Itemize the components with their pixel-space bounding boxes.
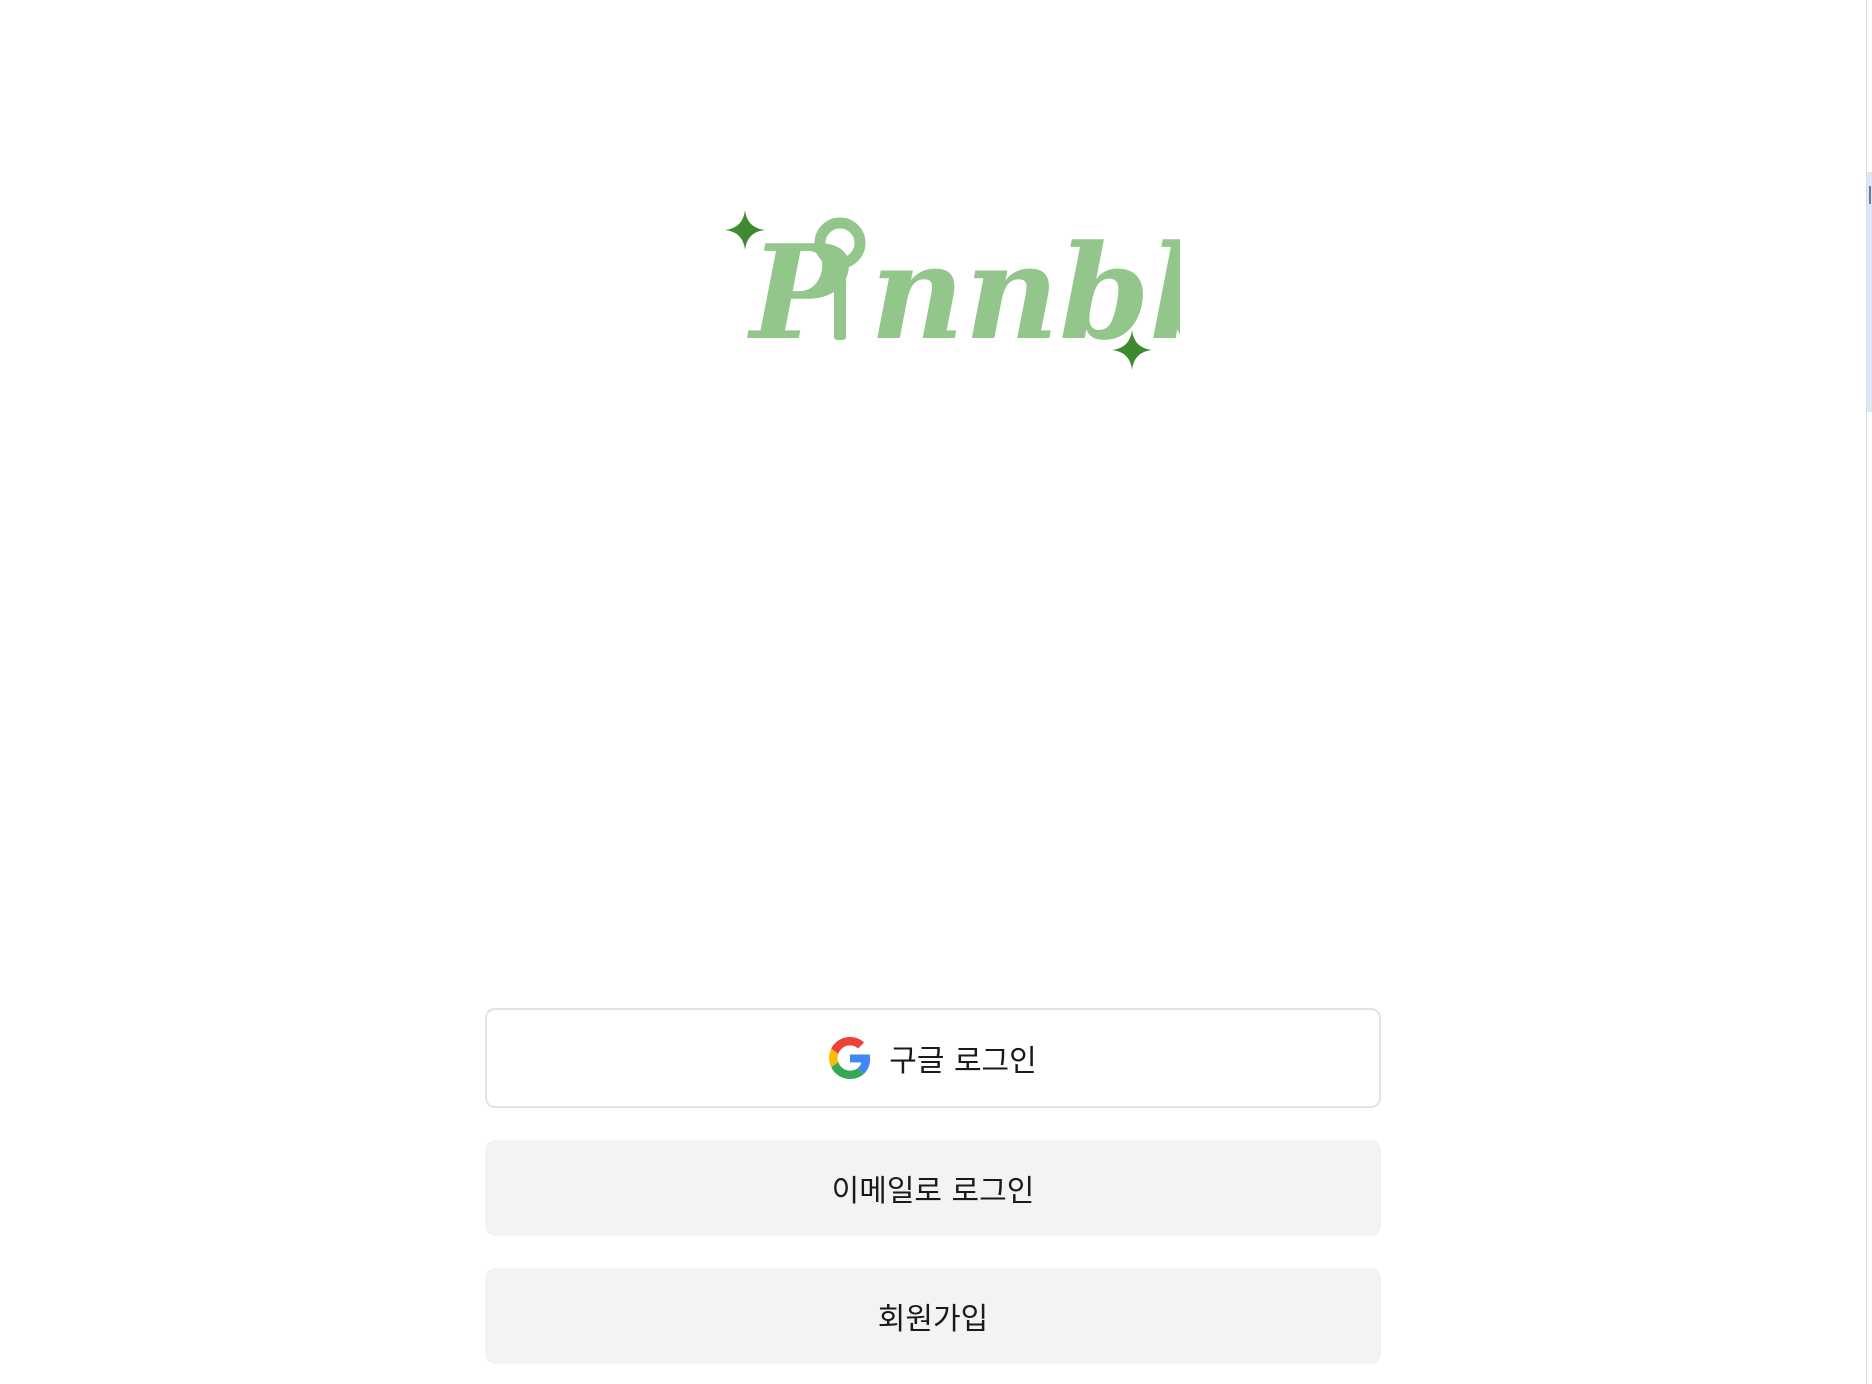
google-login-button[interactable]: 구글 로그인 <box>485 1008 1381 1108</box>
scrollbar-marker <box>1869 186 1871 204</box>
signup-button[interactable]: 회원가입 <box>485 1268 1381 1364</box>
logo-letters-rest: nnbb <box>870 216 1180 369</box>
app-logo: P nnbb <box>700 190 1180 390</box>
google-login-label: 구글 로그인 <box>889 1044 1037 1079</box>
signup-label: 회원가입 <box>877 1302 989 1337</box>
google-icon <box>829 1037 871 1079</box>
logo-graphic: P nnbb <box>725 210 1180 370</box>
email-login-label: 이메일로 로그인 <box>831 1174 1035 1209</box>
email-login-button[interactable]: 이메일로 로그인 <box>485 1140 1381 1236</box>
scrollbar-thumb[interactable] <box>1867 172 1872 412</box>
login-page: P nnbb 구글 로그인 이메일로 로그인 회원가입 <box>0 0 1872 1384</box>
